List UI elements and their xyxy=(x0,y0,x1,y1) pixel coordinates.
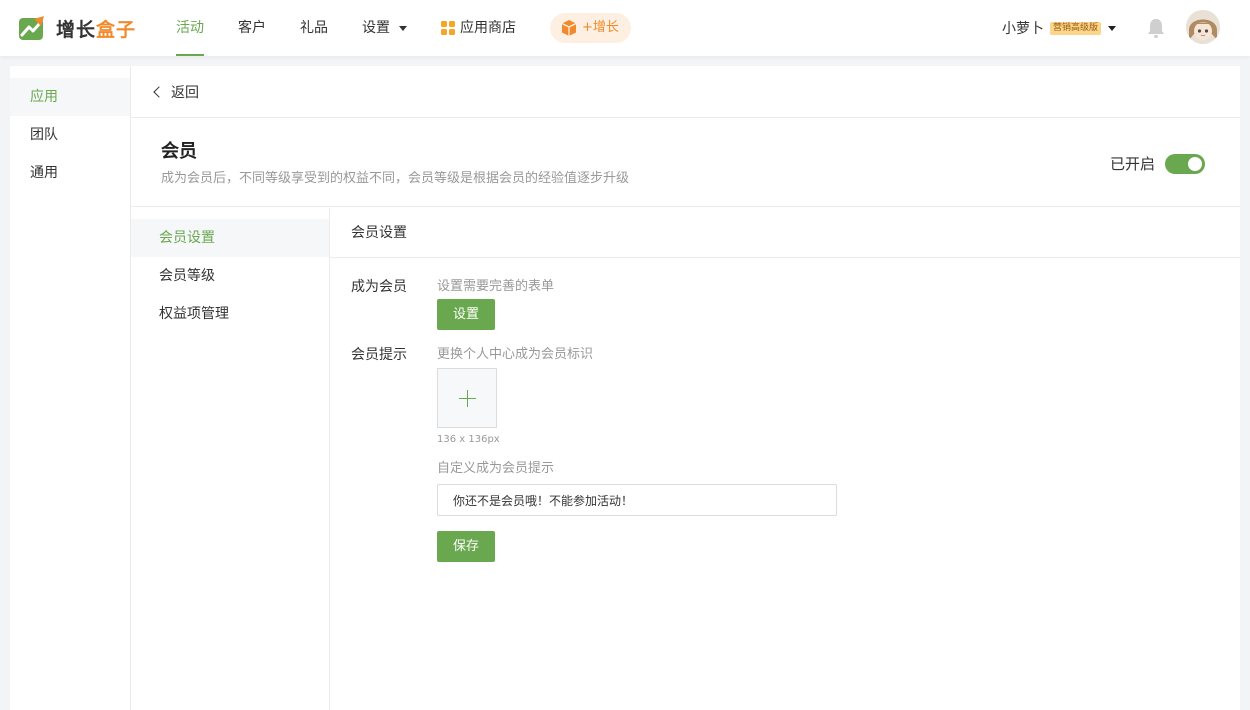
save-button[interactable]: 保存 xyxy=(437,531,496,562)
sidebar: 应用 团队 通用 xyxy=(10,66,130,710)
app-store-icon xyxy=(441,21,455,35)
member-tip-body: 更换个人中心成为会员标识 136 x 136px 自定义成为会员提示 保存 xyxy=(437,346,837,562)
back-link[interactable]: 返回 xyxy=(131,66,1240,118)
enable-toggle-group: 已开启 xyxy=(1110,153,1205,174)
bell-icon[interactable] xyxy=(1146,17,1166,39)
chevron-down-icon xyxy=(399,25,407,31)
become-member-hint: 设置需要完善的表单 xyxy=(437,279,555,294)
avatar-image xyxy=(1186,10,1220,44)
page-description: 成为会员后，不同等级享受到的权益不同，会员等级是根据会员的经验值逐步升级 xyxy=(161,171,630,186)
sidebar-item-team[interactable]: 团队 xyxy=(10,116,130,154)
top-bar: 增长盒子 活动 客户 礼品 设置 应用商店 +增长 小萝卜 营销高级版 xyxy=(0,0,1250,56)
subnav-item-member-levels[interactable]: 会员等级 xyxy=(131,257,329,295)
nav-item-label: 设置 xyxy=(362,20,390,36)
nav-item-label: 应用商店 xyxy=(460,20,516,36)
nav-item-label: 活动 xyxy=(176,20,204,36)
chevron-down-icon xyxy=(1108,25,1116,31)
growth-label: +增长 xyxy=(582,20,619,35)
upload-box[interactable] xyxy=(437,368,497,428)
page-header: 会员 成为会员后，不同等级享受到的权益不同，会员等级是根据会员的经验值逐步升级 … xyxy=(131,118,1240,207)
subnav-item-benefits[interactable]: 权益项管理 xyxy=(131,295,329,333)
nav-item-label: 礼品 xyxy=(300,20,328,36)
toggle-label: 已开启 xyxy=(1109,155,1155,173)
settings-area: 会员设置 会员等级 权益项管理 会员设置 成为会员 设置需要完善的表单 设置 会… xyxy=(131,208,1241,710)
user-name: 小萝卜 xyxy=(1001,21,1044,37)
page-title: 会员 xyxy=(161,141,197,162)
nav-item-settings[interactable]: 设置 xyxy=(362,0,407,56)
member-icon-hint: 更换个人中心成为会员标识 xyxy=(437,347,594,362)
growth-button[interactable]: +增长 xyxy=(550,13,631,43)
enable-toggle[interactable] xyxy=(1165,153,1205,174)
nav-item-customers[interactable]: 客户 xyxy=(238,0,266,56)
logo-text-part2: 盒子 xyxy=(96,18,137,41)
become-member-label: 成为会员 xyxy=(351,279,407,295)
plan-badge: 营销高级版 xyxy=(1049,21,1101,35)
sidebar-item-general[interactable]: 通用 xyxy=(10,154,130,192)
nav-item-gifts[interactable]: 礼品 xyxy=(300,0,328,56)
settings-panel: 会员设置 成为会员 设置需要完善的表单 设置 会员提示 更换个人中心成为会员标识… xyxy=(330,208,1241,710)
panel-title: 会员设置 xyxy=(330,208,1241,258)
member-tip-input[interactable] xyxy=(437,484,837,516)
logo-icon xyxy=(19,16,44,40)
nav-item-app-store[interactable]: 应用商店 xyxy=(441,0,516,56)
back-label: 返回 xyxy=(171,84,199,101)
chevron-left-icon xyxy=(153,85,165,98)
sub-nav: 会员设置 会员等级 权益项管理 xyxy=(131,208,330,710)
avatar[interactable] xyxy=(1186,10,1220,44)
nav-item-label: 客户 xyxy=(238,20,266,36)
custom-tip-hint: 自定义成为会员提示 xyxy=(437,461,555,476)
logo[interactable]: 增长盒子 xyxy=(18,14,136,42)
main-nav: 活动 客户 礼品 设置 应用商店 +增长 xyxy=(176,0,631,56)
logo-text-part1: 增长 xyxy=(56,18,97,41)
subnav-item-member-settings[interactable]: 会员设置 xyxy=(131,219,329,257)
box-icon xyxy=(561,20,577,36)
user-menu[interactable]: 小萝卜 营销高级版 xyxy=(1002,0,1116,56)
size-note: 136 x 136px xyxy=(437,434,500,445)
main-content: 返回 会员 成为会员后，不同等级享受到的权益不同，会员等级是根据会员的经验值逐步… xyxy=(130,66,1241,710)
member-tip-label: 会员提示 xyxy=(351,347,407,363)
become-member-body: 设置需要完善的表单 设置 xyxy=(437,278,554,330)
setup-button[interactable]: 设置 xyxy=(437,299,496,330)
sidebar-item-apps[interactable]: 应用 xyxy=(10,78,130,116)
nav-item-activity[interactable]: 活动 xyxy=(176,0,204,56)
logo-text: 增长盒子 xyxy=(56,15,136,42)
